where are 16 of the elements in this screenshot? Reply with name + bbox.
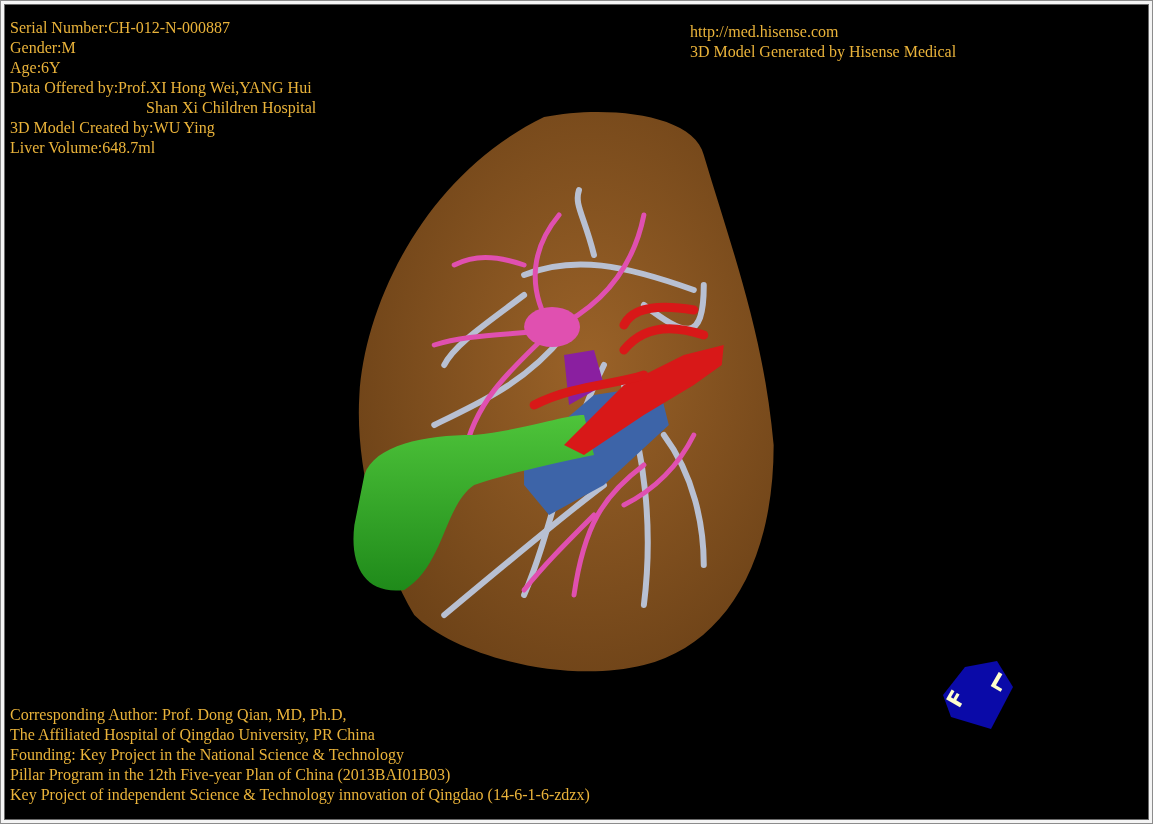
info-text: Corresponding Author: Prof. Dong Qian, MD, Ph.D, (10, 705, 347, 725)
info-text: Key Project of independent Science & Technology innovation of Qingdao (14-6-1-6-zdzx) (10, 785, 590, 805)
info-text: Gender:M (10, 38, 76, 58)
cube-face-label: F (941, 686, 971, 712)
info-text: 3D Model Generated by Hisense Medical (690, 42, 957, 62)
info-text: Liver Volume:648.7ml (10, 138, 156, 158)
info-text: 3D Model Created by:WU Ying (10, 118, 215, 138)
cube-face-label: L (986, 667, 1012, 697)
info-text: Data Offered by:Prof.XI Hong Wei,YANG Hui (10, 78, 312, 98)
info-text: Serial Number:CH-012-N-000887 (10, 18, 230, 38)
info-text: Pillar Program in the 12th Five-year Plan of China (2013BAI01B03) (10, 765, 451, 785)
info-text: The Affiliated Hospital of Qingdao University, PR China (10, 725, 375, 745)
info-text: Founding: Key Project in the National Science & Technology (10, 745, 405, 765)
info-text: Shan Xi Children Hospital (146, 98, 317, 118)
info-text: Age:6Y (10, 58, 61, 78)
info-text: http://med.hisense.com (690, 22, 839, 42)
